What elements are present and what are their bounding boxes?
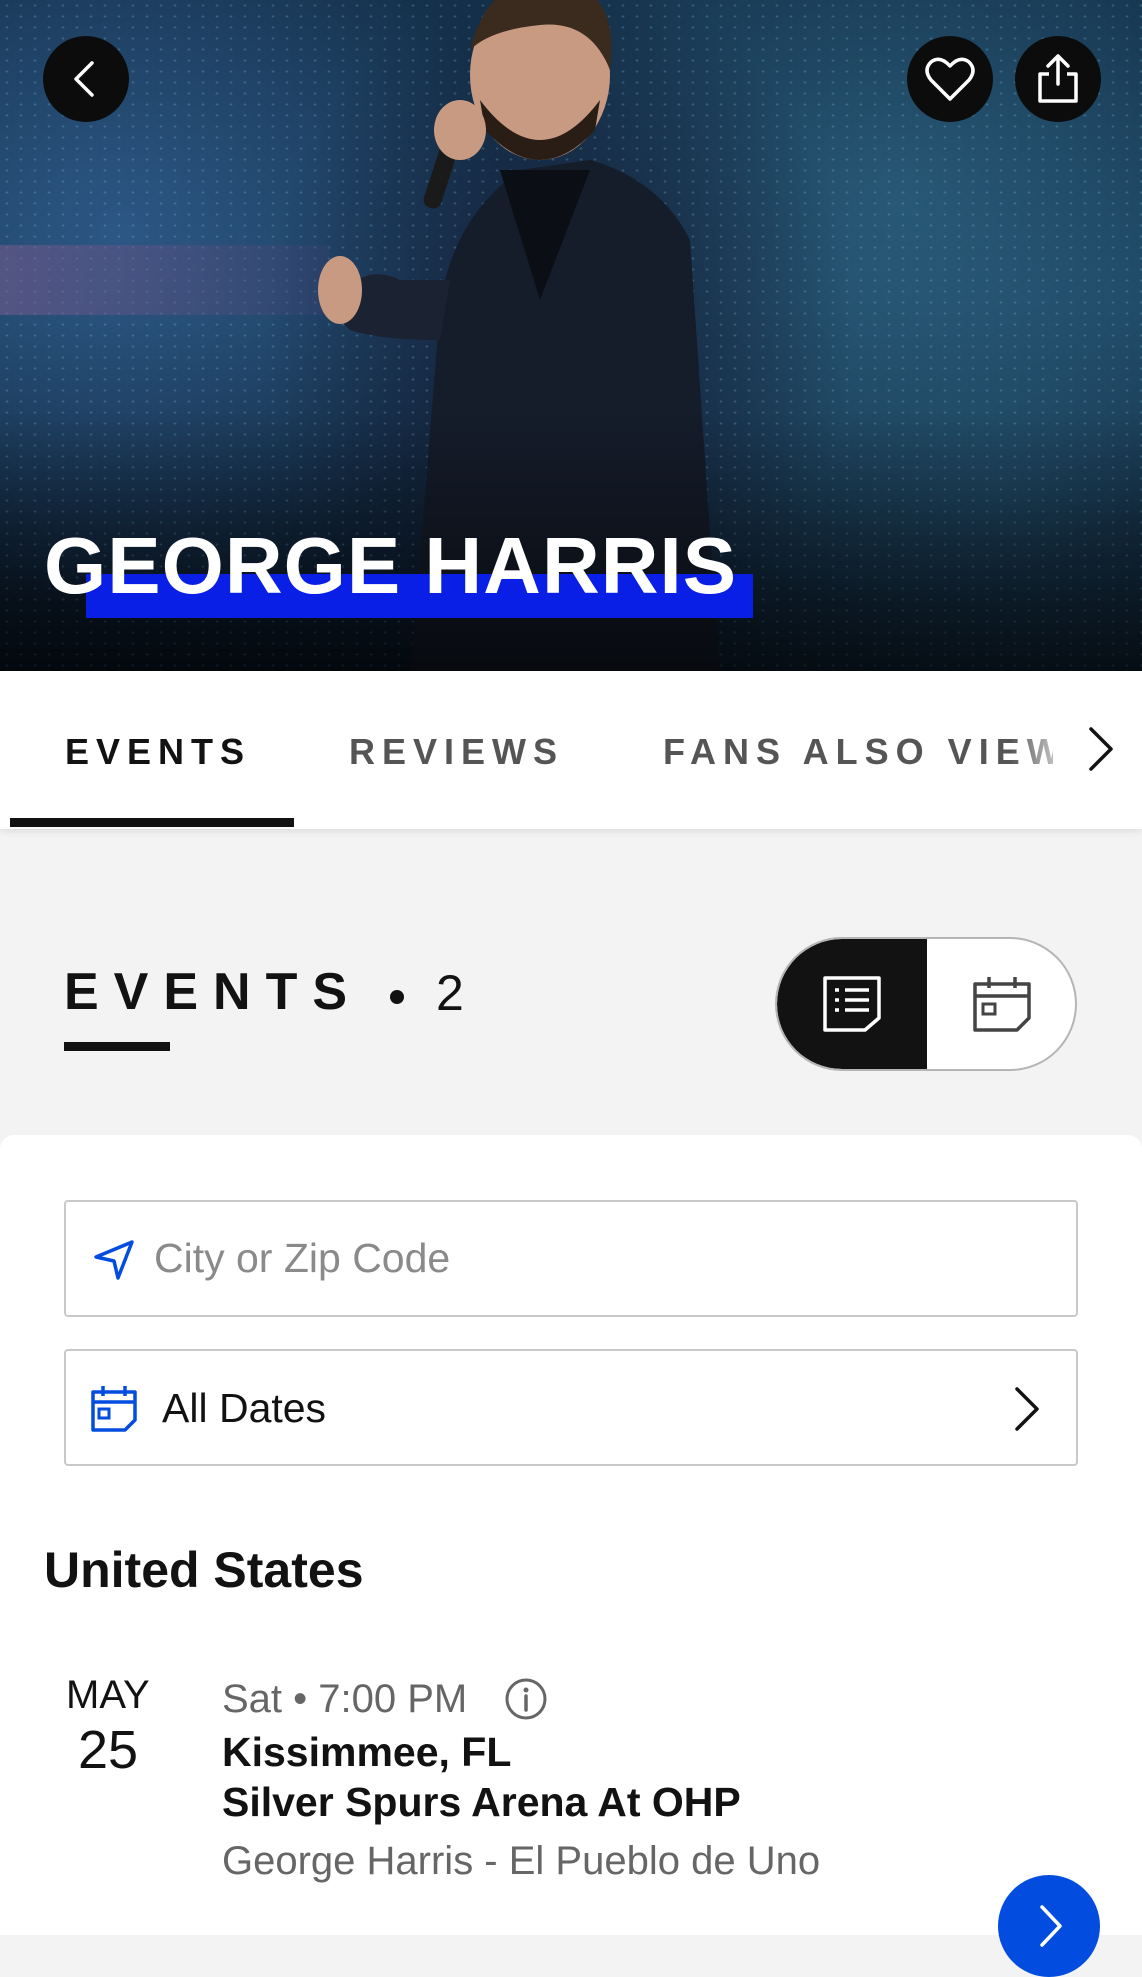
tab-reviews[interactable]: REVIEWS	[349, 731, 564, 773]
region-heading: United States	[44, 1542, 364, 1598]
share-button[interactable]	[1015, 36, 1101, 122]
event-city: Kissimmee, FL	[222, 1729, 512, 1775]
tab-events[interactable]: EVENTS	[65, 731, 251, 773]
chevron-left-icon	[74, 61, 94, 97]
hero-banner: GEORGE HARRIS	[0, 0, 1142, 671]
date-filter-button[interactable]: All Dates	[64, 1349, 1078, 1466]
date-filter-label: All Dates	[162, 1385, 327, 1431]
event-details-button[interactable]	[998, 1875, 1100, 1977]
events-count: 2	[436, 965, 464, 1021]
chevron-right-icon	[1089, 727, 1113, 771]
view-toggle	[775, 937, 1077, 1071]
calendar-view-button[interactable]	[927, 939, 1075, 1069]
event-day: 25	[78, 1720, 139, 1780]
tab-bar: EVENTS REVIEWS FANS ALSO VIEWED	[0, 671, 1142, 829]
list-icon	[823, 976, 881, 1032]
calendar-icon	[86, 1381, 142, 1437]
events-card: All Dates United States MAY 25 Sat • 7:0…	[0, 1135, 1142, 1977]
tab-overflow-fade	[1010, 671, 1080, 829]
hero-background-banner	[0, 245, 330, 315]
hero-title-block: GEORGE HARRIS	[44, 518, 753, 618]
events-heading-underline	[64, 1042, 170, 1051]
location-field	[64, 1200, 1078, 1317]
favorite-button[interactable]	[907, 36, 993, 122]
active-tab-indicator	[10, 818, 294, 827]
location-arrow-icon	[86, 1232, 142, 1288]
event-venue: Silver Spurs Arena At OHP	[222, 1779, 741, 1825]
tab-scroll-next-button[interactable]	[1075, 719, 1125, 779]
events-count-separator	[390, 990, 404, 1004]
event-list-item[interactable]: MAY 25 Sat • 7:00 PM Kissimmee, FL Silve…	[0, 1673, 1142, 1977]
info-icon[interactable]	[504, 1677, 548, 1721]
chevron-right-icon	[1040, 1905, 1062, 1947]
heart-icon	[925, 57, 975, 101]
calendar-icon	[973, 977, 1031, 1032]
event-month: MAY	[66, 1673, 150, 1717]
chevron-right-icon	[1006, 1381, 1046, 1437]
event-name: George Harris - El Pueblo de Uno	[222, 1839, 821, 1883]
event-time: Sat • 7:00 PM	[222, 1677, 468, 1721]
artist-name: GEORGE HARRIS	[44, 521, 738, 610]
tab-fans-also-viewed[interactable]: FANS ALSO VIEWED	[663, 731, 1053, 773]
share-icon	[1038, 54, 1078, 103]
city-zip-input[interactable]	[152, 1222, 1032, 1294]
events-heading: EVENTS	[64, 963, 363, 1021]
list-view-button[interactable]	[777, 939, 927, 1069]
back-button[interactable]	[43, 36, 129, 122]
